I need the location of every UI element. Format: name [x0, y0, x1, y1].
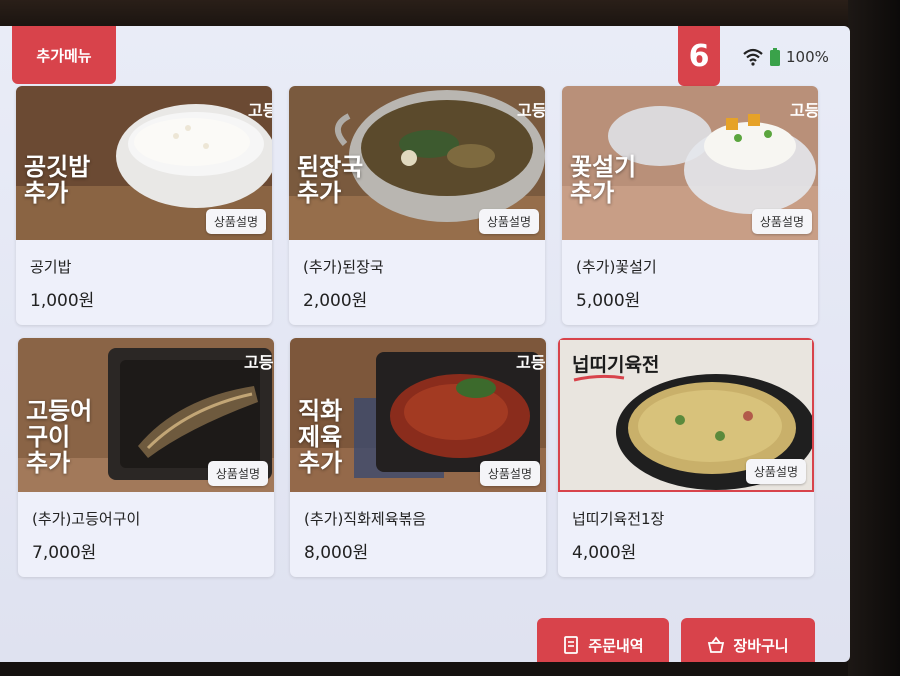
menu-image-caption: 고등어 구이 추가	[26, 396, 93, 477]
menu-card-rice[interactable]: 고등어 공깃밥 추가 상품설명 공기밥 1,000원	[16, 86, 272, 325]
menu-item-name: (추가)직화제육볶음	[304, 510, 427, 528]
menu-item-name: 넙띠기육전1장	[572, 510, 665, 528]
menu-image-soybean-soup: 고등어 된장국 추가 상품설명	[289, 86, 545, 240]
bottom-action-bar: 주문내역 장바구니	[0, 606, 850, 662]
menu-card-rice-cake[interactable]: 고등어 꽃설기 추가 상품설명 (추가)꽃설기 5,000원	[562, 86, 818, 325]
menu-card-meat-pancake[interactable]: 넙띠기육전 상품설명 넙띠기육전1장 4,000원	[558, 338, 814, 577]
menu-item-price: 5,000원	[576, 291, 641, 311]
menu-grid: 고등어 공깃밥 추가 상품설명 공기밥 1,000원	[0, 86, 850, 606]
menu-image-grilled-mackerel: 고등어 고등어 구이 추가 상품설명	[18, 338, 274, 492]
product-info-button[interactable]: 상품설명	[745, 459, 806, 484]
svg-text:고등어: 고등어	[790, 101, 818, 120]
menu-image-rice-cake: 고등어 꽃설기 추가 상품설명	[562, 86, 818, 240]
product-info-button[interactable]: 상품설명	[207, 461, 268, 486]
receipt-icon	[564, 636, 579, 654]
svg-text:고등어: 고등어	[248, 101, 272, 120]
menu-image-caption: 직화 제육 추가	[298, 396, 343, 477]
svg-text:고등어: 고등어	[516, 353, 546, 372]
menu-item-name: (추가)꽃설기	[576, 258, 657, 276]
order-history-button[interactable]: 주문내역	[537, 618, 669, 662]
menu-image-caption: 넙띠기육전	[572, 354, 660, 376]
cart-label: 장바구니	[733, 636, 789, 655]
table-number-badge: 6	[678, 26, 720, 86]
product-info-button[interactable]: 상품설명	[751, 209, 812, 234]
battery-percent: 100%	[786, 48, 829, 66]
product-info-button[interactable]: 상품설명	[205, 209, 266, 234]
menu-card-soybean-soup[interactable]: 고등어 된장국 추가 상품설명 (추가)된장국 2,000원	[289, 86, 545, 325]
product-info-button[interactable]: 상품설명	[479, 461, 540, 486]
menu-card-grilled-mackerel[interactable]: 고등어 고등어 구이 추가 상품설명 (추가)고등어구이 7,000원	[18, 338, 274, 577]
product-info-button[interactable]: 상품설명	[478, 209, 539, 234]
menu-category-tab[interactable]: 추가메뉴	[12, 26, 116, 84]
cart-button[interactable]: 장바구니	[681, 618, 815, 662]
menu-image-caption: 꽃설기 추가	[570, 152, 637, 207]
menu-image-meat-pancake: 넙띠기육전 상품설명	[558, 338, 814, 492]
menu-image-spicy-pork: 고등어 직화 제육 추가 상품설명	[290, 338, 546, 492]
battery-icon	[770, 48, 780, 66]
device-bezel-top	[0, 0, 900, 28]
svg-text:고등어: 고등어	[517, 101, 545, 120]
menu-item-name: (추가)된장국	[303, 258, 384, 276]
status-bar: 100%	[742, 46, 829, 68]
order-history-label: 주문내역	[588, 636, 644, 655]
menu-item-price: 2,000원	[303, 291, 368, 311]
menu-image-caption: 된장국 추가	[297, 152, 364, 207]
device-bezel-right	[848, 0, 900, 676]
menu-item-name: (추가)고등어구이	[32, 510, 141, 528]
wifi-icon	[743, 48, 763, 66]
menu-item-price: 4,000원	[572, 543, 637, 563]
kiosk-screen: 추가메뉴 6 100% 고등 공깃밥 추가 상품설명 공기밥 1,000원 고등…	[0, 26, 850, 662]
menu-item-price: 7,000원	[32, 543, 97, 563]
menu-image-caption: 공깃밥 추가	[24, 152, 91, 207]
menu-image-rice: 고등어 공깃밥 추가 상품설명	[16, 86, 272, 240]
menu-item-price: 1,000원	[30, 291, 95, 311]
menu-item-price: 8,000원	[304, 543, 369, 563]
svg-text:고등어: 고등어	[244, 353, 274, 372]
basket-icon	[708, 636, 725, 653]
menu-card-spicy-pork[interactable]: 고등어 직화 제육 추가 상품설명 (추가)직화제육볶음 8,000원	[290, 338, 546, 577]
menu-item-name: 공기밥	[30, 258, 72, 276]
